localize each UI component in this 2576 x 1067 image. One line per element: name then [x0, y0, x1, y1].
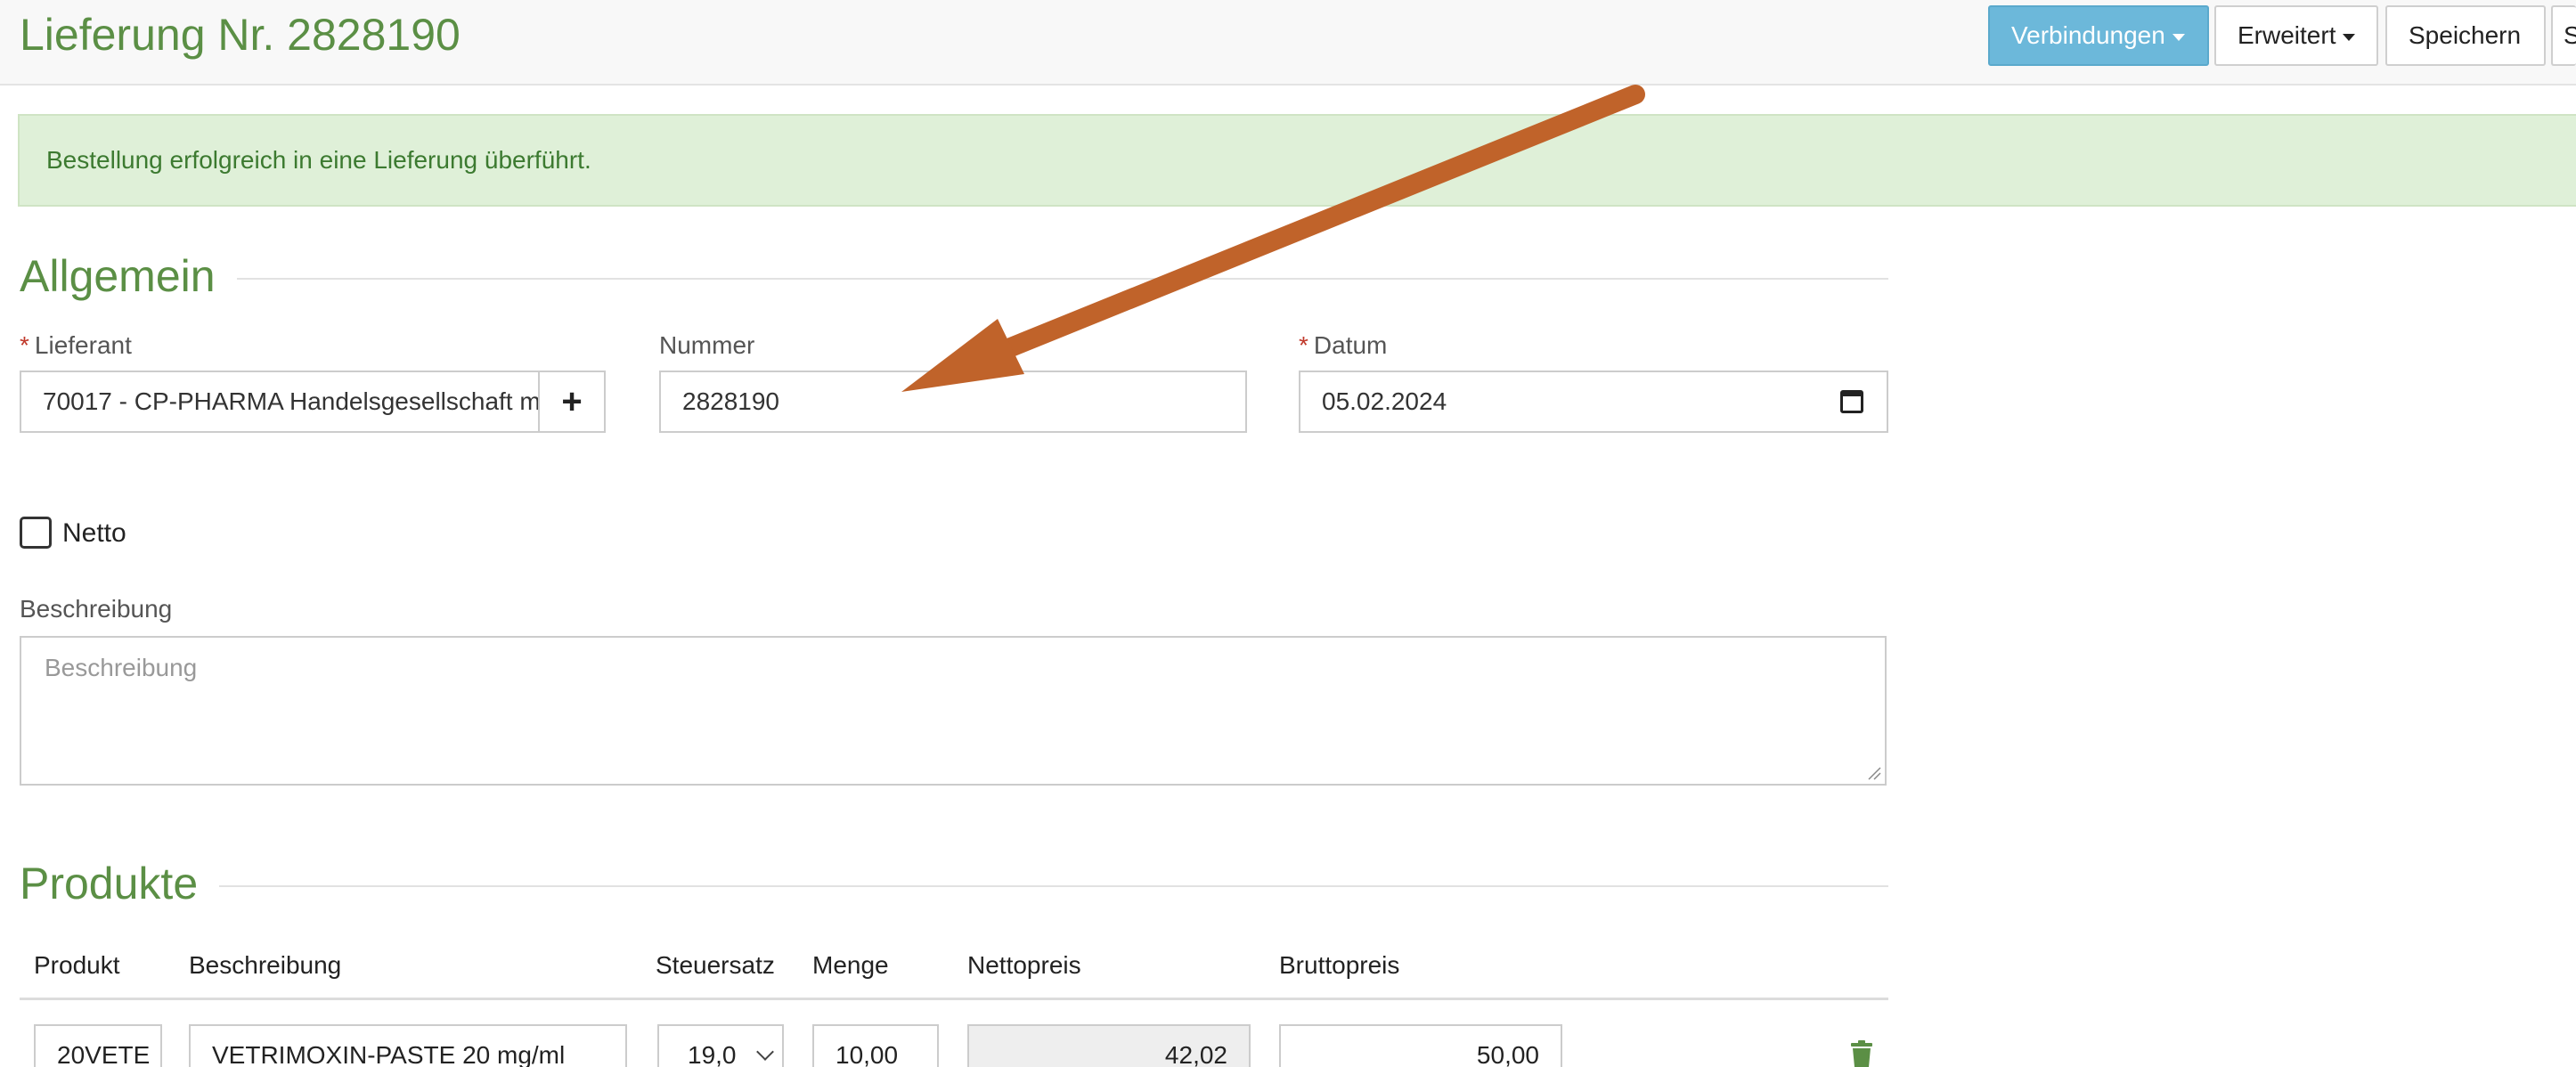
cut-off-label: S — [2564, 21, 2576, 49]
produkt-beschreibung-value: VETRIMOXIN-PASTE 20 mg/ml — [212, 1041, 566, 1067]
nummer-value: 2828190 — [682, 387, 780, 415]
section-title-produkte: Produkte — [20, 859, 220, 908]
column-header-steuersatz: Steuersatz — [656, 951, 775, 979]
plus-icon: + — [561, 381, 583, 421]
caret-down-icon — [2172, 34, 2185, 41]
chevron-down-icon — [756, 1043, 774, 1061]
verbindungen-dropdown-button[interactable]: Verbindungen — [1988, 5, 2209, 66]
erweitert-label: Erweitert — [2238, 21, 2336, 49]
produkt-input[interactable]: 20VETE — [34, 1024, 162, 1067]
beschreibung-placeholder: Beschreibung — [45, 654, 198, 681]
steuersatz-value: 19,0 — [688, 1041, 737, 1067]
caret-down-icon — [2343, 34, 2356, 41]
save-button[interactable]: Speichern — [2385, 5, 2546, 66]
column-header-beschreibung: Beschreibung — [189, 951, 342, 979]
required-marker: * — [20, 331, 29, 359]
netto-checkbox[interactable] — [20, 517, 52, 549]
page-header: Lieferung Nr. 2828190 Verbindungen Erwei… — [0, 0, 2576, 86]
datum-label-text: Datum — [1313, 331, 1388, 359]
datum-input[interactable]: 05.02.2024 — [1299, 371, 1888, 433]
lieferant-label-text: Lieferant — [34, 331, 132, 359]
section-divider — [210, 885, 1888, 887]
alert-message: Bestellung erfolgreich in eine Lieferung… — [46, 146, 591, 174]
success-alert: Bestellung erfolgreich in eine Lieferung… — [18, 114, 2576, 207]
trash-icon[interactable] — [1851, 1040, 1872, 1067]
produkt-beschreibung-input[interactable]: VETRIMOXIN-PASTE 20 mg/ml — [189, 1024, 627, 1067]
column-header-bruttopreis: Bruttopreis — [1279, 951, 1400, 979]
erweitert-dropdown-button[interactable]: Erweitert — [2214, 5, 2378, 66]
column-header-produkt: Produkt — [34, 951, 120, 979]
lieferant-label: * Lieferant — [20, 331, 132, 360]
datum-label: * Datum — [1299, 331, 1387, 360]
cut-off-button[interactable]: S — [2551, 5, 2576, 66]
produkt-value: 20VETE — [57, 1041, 151, 1067]
nettopreis-field: 42,02 — [967, 1024, 1251, 1067]
page-title: Lieferung Nr. 2828190 — [20, 10, 461, 60]
datum-value: 05.02.2024 — [1322, 387, 1447, 415]
nettopreis-value: 42,02 — [1164, 1041, 1227, 1067]
calendar-icon[interactable] — [1840, 390, 1863, 413]
required-marker: * — [1299, 331, 1308, 359]
lieferant-value: 70017 - CP-PHARMA Handelsgesellschaft m — [43, 387, 541, 415]
save-label: Speichern — [2409, 21, 2522, 49]
section-title-allgemein: Allgemein — [20, 251, 237, 301]
netto-label: Netto — [62, 518, 126, 548]
column-header-menge: Menge — [812, 951, 889, 979]
beschreibung-textarea[interactable]: Beschreibung — [20, 636, 1887, 786]
steuersatz-select[interactable]: 19,0 — [657, 1024, 784, 1067]
add-lieferant-button[interactable]: + — [538, 371, 606, 433]
column-header-nettopreis: Nettopreis — [967, 951, 1081, 979]
table-header-rule — [20, 998, 1888, 1000]
nummer-label: Nummer — [659, 331, 755, 359]
section-divider — [223, 278, 1888, 280]
beschreibung-label: Beschreibung — [20, 595, 173, 623]
lieferant-input[interactable]: 70017 - CP-PHARMA Handelsgesellschaft m — [20, 371, 542, 433]
nummer-input[interactable]: 2828190 — [659, 371, 1247, 433]
menge-input[interactable]: 10,00 — [812, 1024, 939, 1067]
verbindungen-label: Verbindungen — [2011, 21, 2165, 49]
bruttopreis-input[interactable]: 50,00 — [1279, 1024, 1562, 1067]
menge-value: 10,00 — [836, 1041, 899, 1067]
resize-grip-icon[interactable] — [1867, 766, 1881, 780]
bruttopreis-value: 50,00 — [1476, 1041, 1539, 1067]
